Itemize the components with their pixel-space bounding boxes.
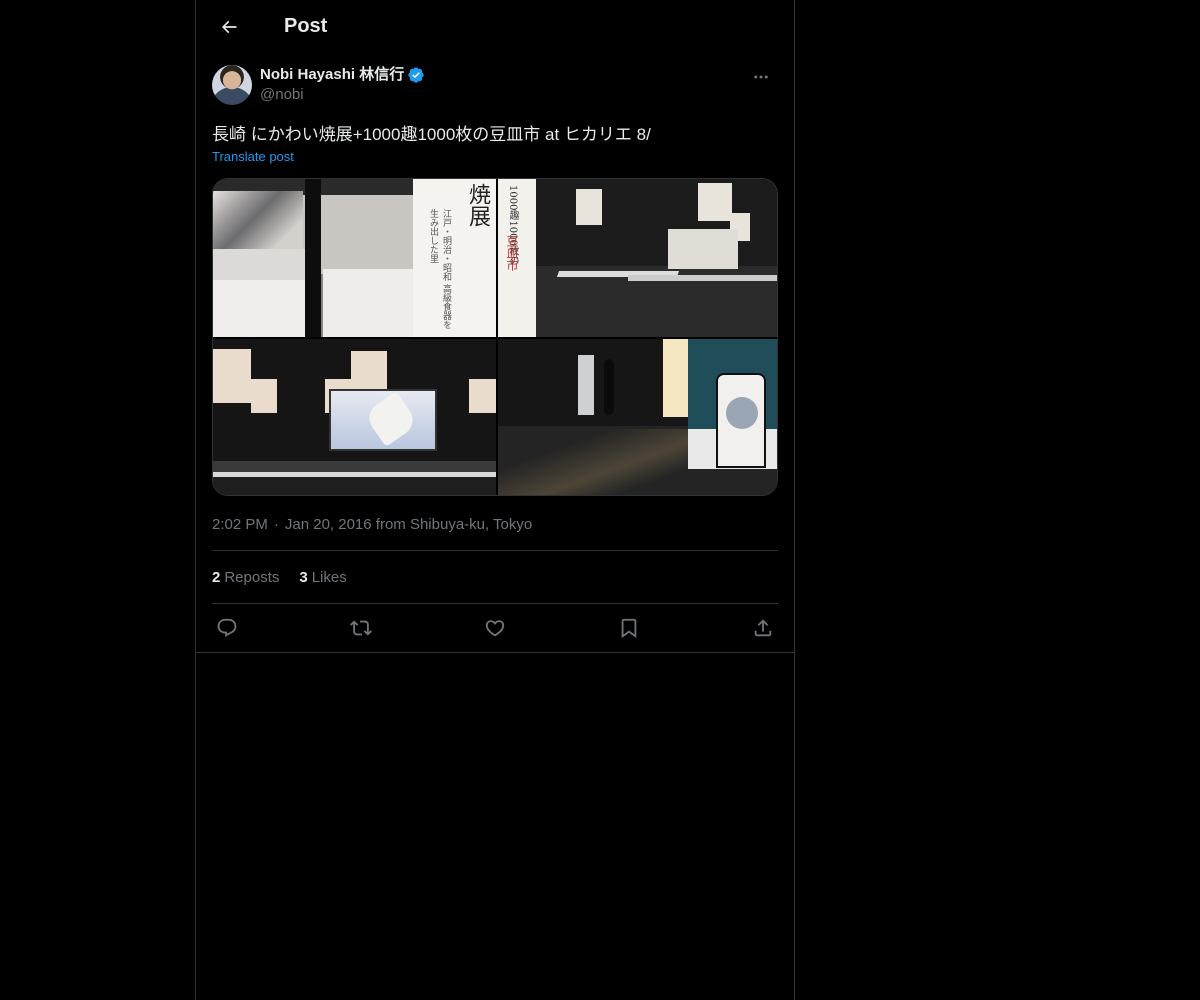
- bookmark-icon: [621, 618, 637, 639]
- photo-3-projection-screen: [329, 389, 437, 451]
- likes-label: Likes: [311, 568, 347, 586]
- action-bar: [212, 604, 778, 652]
- share-button[interactable]: [752, 617, 774, 639]
- post-date-location[interactable]: Jan 20, 2016 from Shibuya-ku, Tokyo: [285, 516, 532, 533]
- photo-3-hanging-panel: [251, 379, 277, 413]
- photo-2-back-wall: [668, 229, 738, 269]
- photo-4-sign-board: [716, 373, 766, 468]
- reposts-stat[interactable]: 2 Reposts: [212, 569, 279, 586]
- like-button[interactable]: [484, 617, 506, 639]
- photo-1[interactable]: 長崎 みかわち焼展 江戸・明治・昭和 高級食器を生み出した里: [213, 179, 496, 337]
- reply-icon: [217, 618, 237, 637]
- photo-1-banner: 長崎 みかわち焼展 江戸・明治・昭和 高級食器を生み出した里: [413, 179, 496, 337]
- verified-badge-icon: [408, 67, 424, 83]
- post-text: 長崎 にかわい焼展+1000趣1000枚の豆皿市 at ヒカリエ 8/: [212, 125, 651, 144]
- share-icon: [754, 619, 772, 637]
- post-stats: 2 Reposts 3 Likes: [212, 551, 778, 603]
- author-row: Nobi Hayashi 林信行 @nobi: [212, 65, 778, 113]
- main-column: Post Nobi Hayashi 林信行 @nobi 長崎 にかわい焼展+10…: [195, 0, 795, 1000]
- author-names: Nobi Hayashi 林信行 @nobi: [260, 65, 425, 105]
- photo-3-map-shape: [363, 391, 419, 447]
- post-meta: 2:02 PM · Jan 20, 2016 from Shibuya-ku, …: [212, 512, 778, 536]
- more-horizontal-icon: [754, 75, 768, 79]
- reposts-count: 2: [212, 568, 221, 586]
- photo-3-tables: [213, 461, 496, 495]
- photo-4[interactable]: [498, 339, 777, 495]
- photo-1-display-case: [213, 249, 308, 337]
- photo-1-banner-subtitle: 江戸・明治・昭和 高級食器を生み出した里: [428, 209, 451, 329]
- photo-4-floor: [498, 429, 688, 495]
- avatar[interactable]: [212, 65, 252, 105]
- photo-3-hanging-panel: [213, 349, 251, 403]
- photo-4-doorway: [663, 339, 689, 417]
- photo-3-hanging-panel: [469, 379, 496, 413]
- repost-button[interactable]: [350, 617, 372, 639]
- back-button[interactable]: [212, 10, 246, 44]
- arrow-left-icon: [221, 20, 237, 33]
- repost-icon: [350, 620, 372, 636]
- photo-2-hanging-panel: [698, 183, 732, 221]
- photo-2[interactable]: 1000趣1000枚の 豆皿市: [498, 179, 777, 337]
- name-line: Nobi Hayashi 林信行: [260, 65, 425, 85]
- reposts-label: Reposts: [224, 568, 280, 586]
- photo-1-pillar: [305, 179, 321, 337]
- post-time[interactable]: 2:02 PM: [212, 516, 268, 533]
- author-display-name[interactable]: Nobi Hayashi 林信行: [260, 65, 404, 85]
- translate-post-link[interactable]: Translate post: [212, 148, 294, 166]
- photo-1-banner-title: 長崎 みかわち焼展: [465, 183, 490, 227]
- photo-3[interactable]: [213, 339, 496, 495]
- photo-4-person: [604, 359, 614, 415]
- likes-count: 3: [299, 568, 308, 586]
- photo-2-banner-red-text: 豆皿市: [505, 235, 519, 271]
- page-header: Post: [196, 0, 794, 53]
- post-bottom-border: [196, 652, 794, 653]
- photo-2-hanging-panel: [576, 189, 602, 225]
- author-handle[interactable]: @nobi: [260, 85, 425, 105]
- post: Nobi Hayashi 林信行 @nobi 長崎 にかわい焼展+1000趣10…: [196, 65, 794, 653]
- photo-1-display-case-2: [323, 269, 413, 337]
- heart-icon: [485, 620, 505, 637]
- photo-2-banner: 1000趣1000枚の 豆皿市: [498, 179, 536, 337]
- media-grid: 長崎 みかわち焼展 江戸・明治・昭和 高級食器を生み出した里 1000趣1000…: [212, 178, 778, 496]
- reply-button[interactable]: [216, 617, 238, 639]
- photo-2-table: [628, 275, 777, 281]
- bookmark-button[interactable]: [618, 617, 640, 639]
- page-title: Post: [284, 15, 328, 37]
- likes-stat[interactable]: 3 Likes: [299, 569, 346, 586]
- more-button[interactable]: [744, 65, 778, 89]
- meta-separator: ·: [273, 515, 279, 533]
- photo-4-brochure-stand: [578, 355, 594, 415]
